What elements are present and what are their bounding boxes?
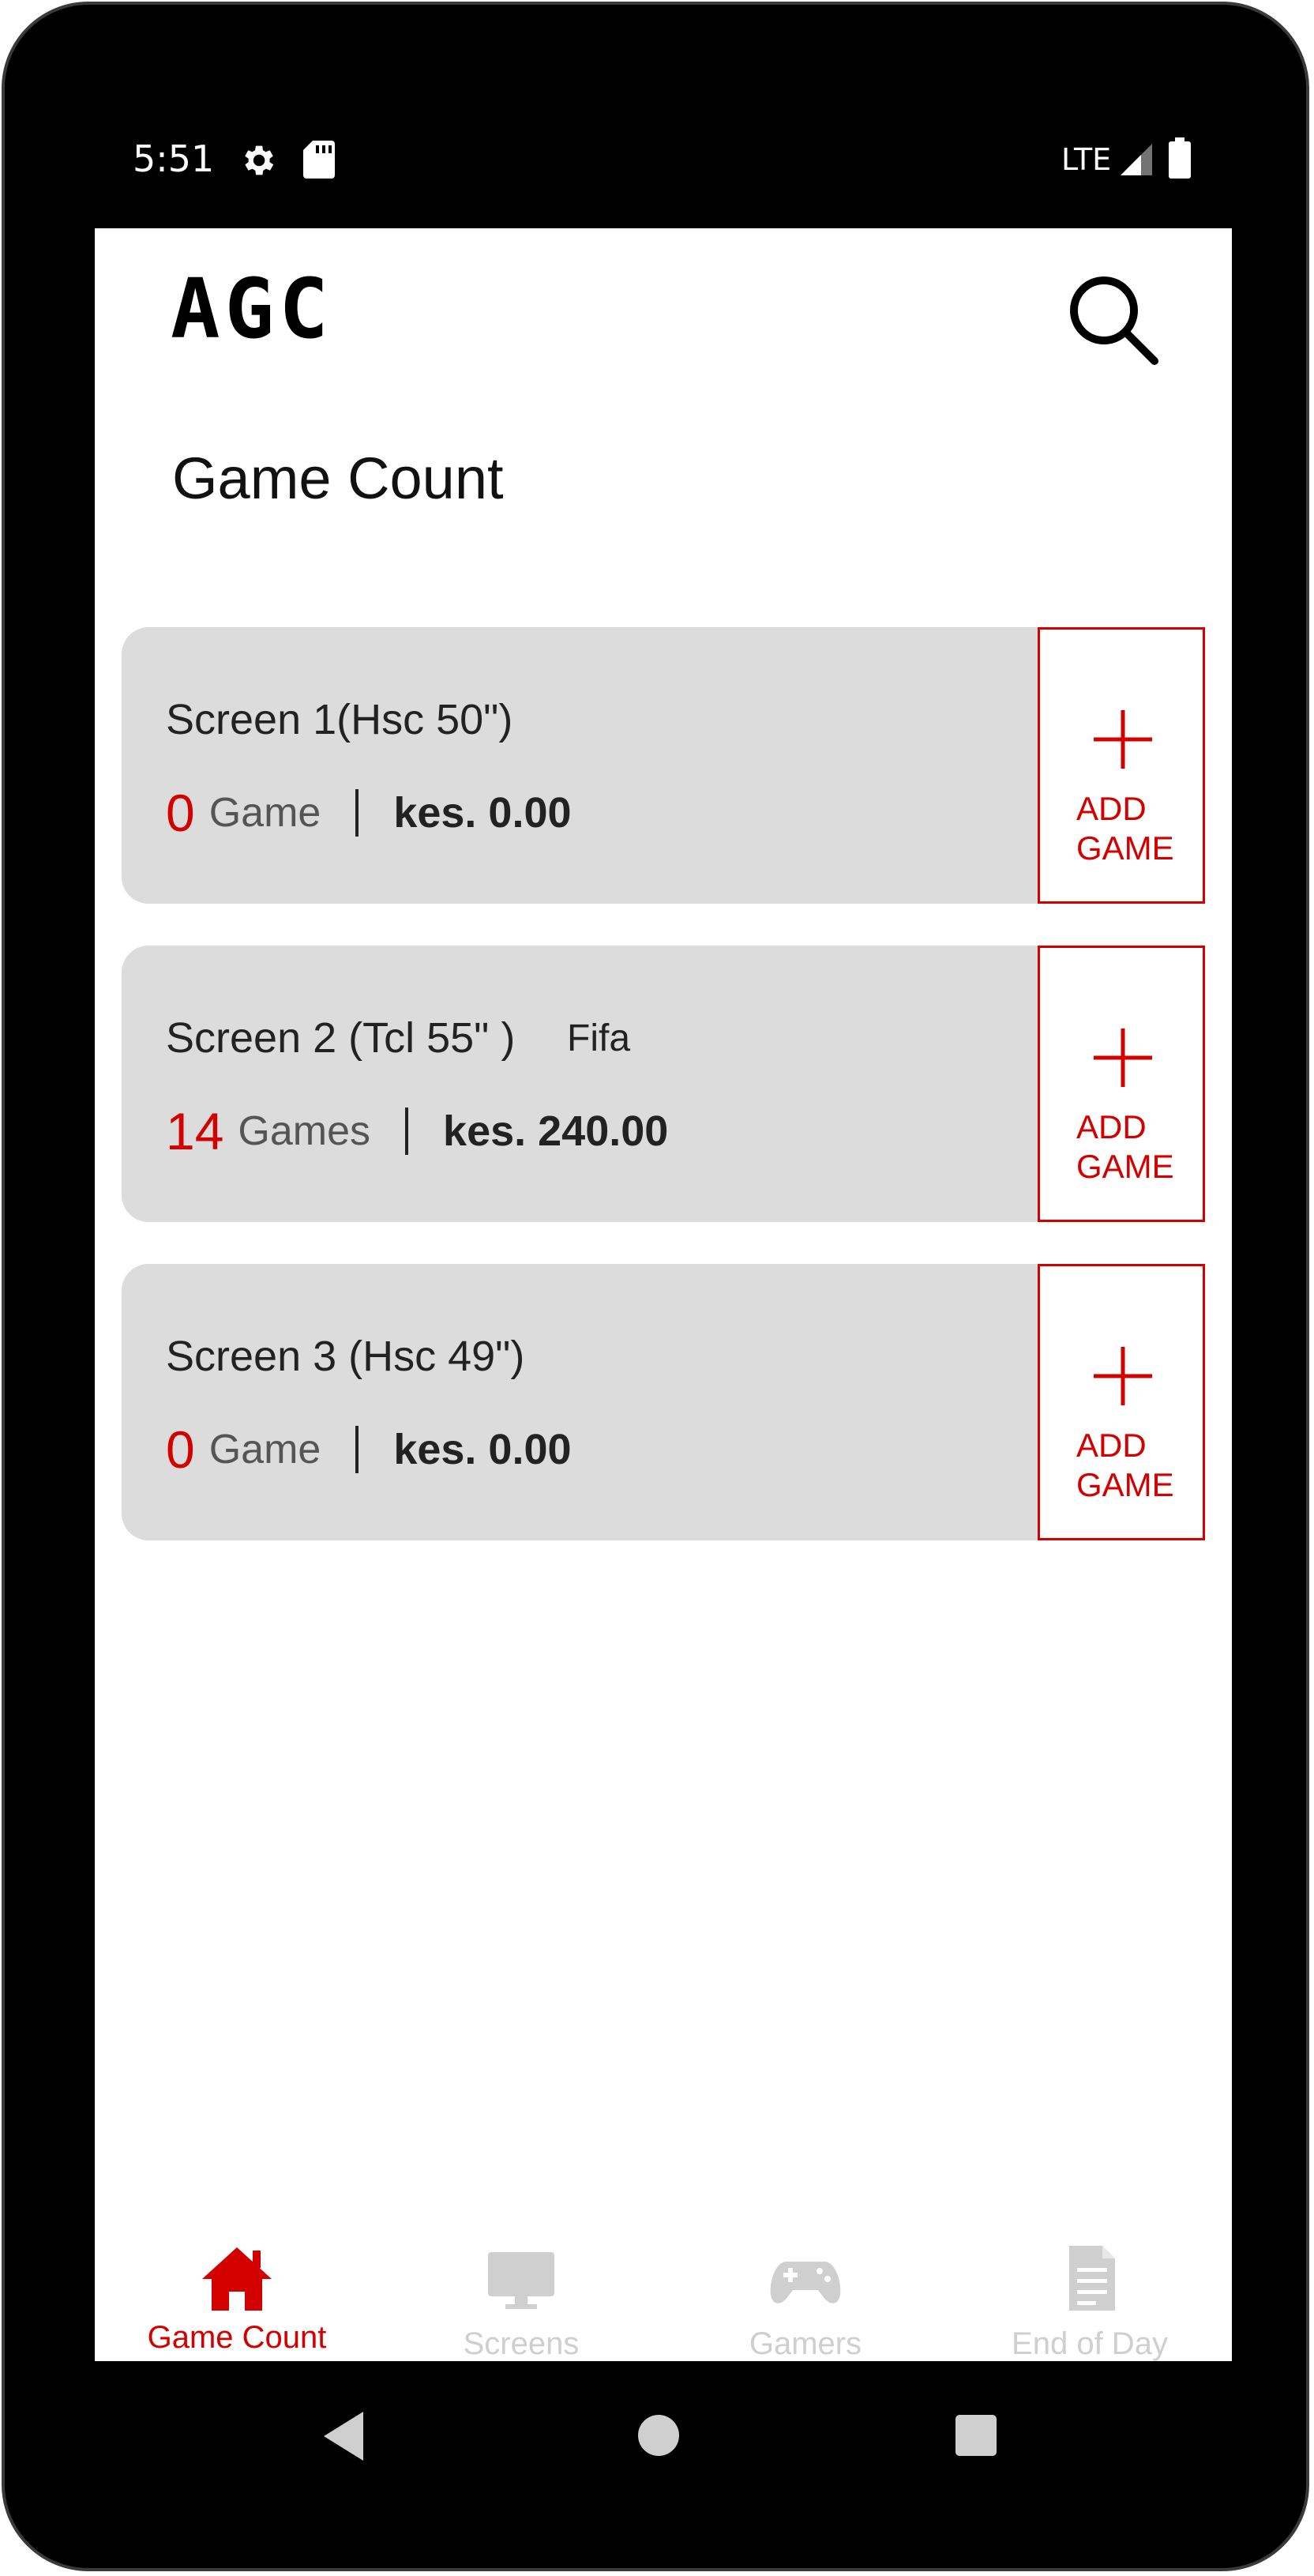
nav-item-screens[interactable]: Screens xyxy=(379,2203,663,2361)
game-unit: Game xyxy=(208,790,321,836)
screen-card[interactable]: Screen 2 (Tcl 55" ) Fifa 14 Games kes. 2… xyxy=(122,946,1205,1222)
bottom-nav: Game Count Screens Gamers End of Day xyxy=(95,2203,1232,2361)
back-icon[interactable] xyxy=(321,2409,368,2464)
network-type: LTE xyxy=(1061,142,1112,177)
amount: kes. 240.00 xyxy=(443,1107,669,1155)
monitor-icon xyxy=(488,2252,554,2309)
add-game-button[interactable]: ADD GAME xyxy=(1038,627,1205,904)
gamepad-icon xyxy=(770,2262,841,2303)
card-body[interactable]: Screen 2 (Tcl 55" ) Fifa 14 Games kes. 2… xyxy=(122,946,1046,1222)
sd-card-icon xyxy=(303,141,335,179)
amount: kes. 0.00 xyxy=(393,789,572,837)
screen-name: Screen 2 (Tcl 55" ) xyxy=(166,1014,516,1062)
screen-name: Screen 3 (Hsc 49") xyxy=(166,1333,525,1380)
home-icon xyxy=(202,2247,272,2311)
divider xyxy=(405,1107,409,1155)
page-title: Game Count xyxy=(172,446,504,511)
card-body[interactable]: Screen 1(Hsc 50") 0 Game kes. 0.00 xyxy=(122,627,1046,904)
card-stats: 14 Games kes. 240.00 xyxy=(166,1104,668,1159)
phone-frame: 5:51 LTE AGC Game Count Screen 1(Hsc 50"… xyxy=(2,2,1309,2571)
plus-icon xyxy=(1094,710,1152,769)
card-stats: 0 Game kes. 0.00 xyxy=(166,1422,572,1477)
nav-item-gamers[interactable]: Gamers xyxy=(663,2203,948,2361)
search-icon[interactable] xyxy=(1066,273,1161,367)
add-game-label: ADD GAME xyxy=(1076,790,1174,867)
add-game-label: ADD GAME xyxy=(1076,1427,1174,1503)
game-unit: Game xyxy=(208,1427,321,1472)
game-tag: Fifa xyxy=(567,1017,631,1059)
nav-item-end-of-day[interactable]: End of Day xyxy=(948,2203,1232,2361)
divider xyxy=(355,789,359,837)
report-icon xyxy=(1069,2246,1115,2311)
app-screen: AGC Game Count Screen 1(Hsc 50") 0 Game … xyxy=(95,228,1232,2361)
amount: kes. 0.00 xyxy=(393,1426,572,1473)
nav-label: Game Count xyxy=(147,2320,327,2355)
game-count: 0 xyxy=(166,784,195,842)
nav-label: Screens xyxy=(463,2326,580,2361)
system-nav-bar xyxy=(5,2361,1312,2519)
add-game-button[interactable]: ADD GAME xyxy=(1038,946,1205,1222)
status-bar: 5:51 LTE xyxy=(92,123,1232,194)
screen-card[interactable]: Screen 3 (Hsc 49") 0 Game kes. 0.00 ADD … xyxy=(122,1264,1205,1540)
game-count: 14 xyxy=(166,1102,224,1160)
game-unit: Games xyxy=(238,1108,371,1154)
battery-icon xyxy=(1169,137,1191,179)
plus-icon xyxy=(1094,1029,1152,1087)
home-button-icon[interactable] xyxy=(636,2413,681,2458)
screen-card[interactable]: Screen 1(Hsc 50") 0 Game kes. 0.00 ADD G… xyxy=(122,627,1205,904)
nav-label: End of Day xyxy=(1012,2326,1168,2361)
gear-icon xyxy=(245,145,274,175)
card-body[interactable]: Screen 3 (Hsc 49") 0 Game kes. 0.00 xyxy=(122,1264,1046,1540)
card-stats: 0 Game kes. 0.00 xyxy=(166,785,572,840)
signal-icon xyxy=(1121,144,1152,175)
plus-icon xyxy=(1094,1347,1152,1405)
nav-label: Gamers xyxy=(749,2326,862,2361)
status-time: 5:51 xyxy=(133,137,215,180)
add-game-label: ADD GAME xyxy=(1076,1108,1174,1185)
add-game-button[interactable]: ADD GAME xyxy=(1038,1264,1205,1540)
divider xyxy=(355,1426,359,1473)
nav-item-game-count[interactable]: Game Count xyxy=(95,2203,379,2361)
recents-icon[interactable] xyxy=(954,2413,998,2458)
screen-name: Screen 1(Hsc 50") xyxy=(166,696,513,743)
game-count: 0 xyxy=(166,1420,195,1479)
app-logo: AGC xyxy=(171,261,333,357)
